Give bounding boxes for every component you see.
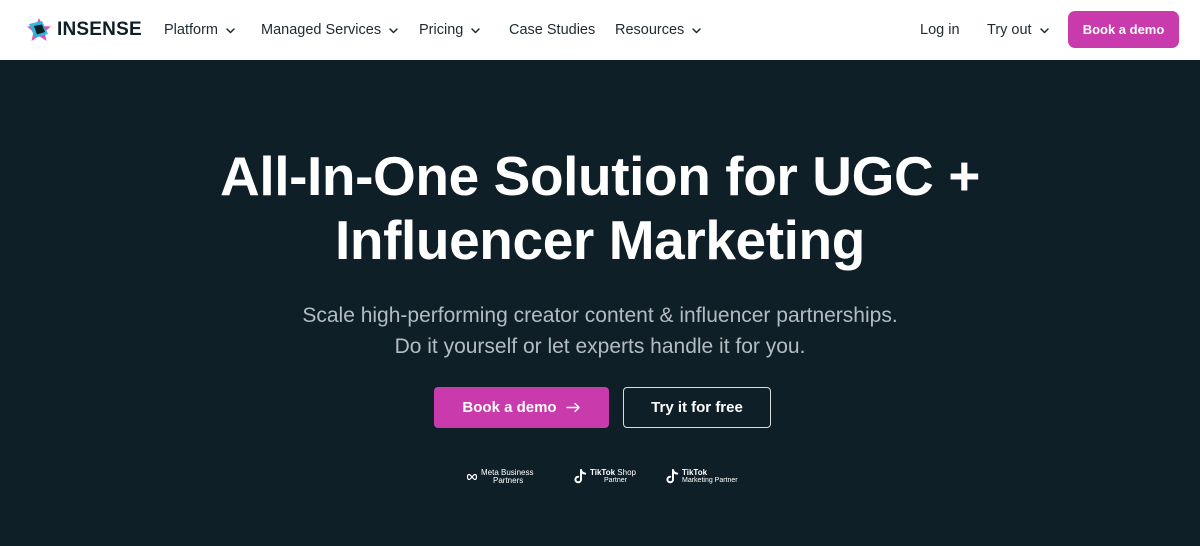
- tiktok-marketing-brand: TikTok: [682, 467, 708, 477]
- hero-title-line-1: All-In-One Solution for UGC +: [220, 145, 980, 207]
- tiktok-shop-brand: TikTok: [590, 467, 616, 477]
- chevron-down-icon: [226, 27, 235, 33]
- tiktok-marketing-partner-badge: TikTok Marketing Partner: [665, 464, 738, 490]
- hero-book-demo-label: Book a demo: [462, 399, 557, 416]
- insense-logo[interactable]: INSENSE: [26, 16, 142, 44]
- logo-wordmark: INSENSE: [57, 19, 142, 40]
- tiktok-shop-partner-badge: TikTok Shop Partner: [573, 464, 636, 490]
- hero-title: All-In-One Solution for UGC + Influencer…: [100, 144, 1100, 272]
- chevron-down-icon: [471, 27, 481, 33]
- hero-section: All-In-One Solution for UGC + Influencer…: [0, 60, 1200, 546]
- nav-case-studies-label: Case Studies: [509, 22, 596, 38]
- meta-badge-line-2: Partners: [493, 476, 524, 485]
- nav-managed-services[interactable]: Managed Services: [261, 19, 399, 41]
- top-navbar: INSENSE Platform Managed Services Pricin…: [0, 0, 1200, 60]
- chevron-down-icon: [389, 27, 398, 33]
- login-link[interactable]: Log in: [920, 19, 960, 41]
- nav-case-studies[interactable]: Case Studies: [509, 19, 595, 41]
- chevron-down-icon: [692, 27, 702, 33]
- hero-subtitle-line-1: Scale high-performing creator content & …: [302, 304, 898, 327]
- tiktok-marketing-partner-label: Marketing Partner: [682, 477, 738, 484]
- meta-business-partners-badge: Meta Business Partners: [466, 464, 533, 490]
- try-out-label: Try out: [987, 22, 1032, 38]
- insense-logo-icon: [27, 18, 51, 41]
- hero-try-free-button[interactable]: Try it for free: [623, 387, 771, 428]
- hero-subtitle: Scale high-performing creator content & …: [150, 300, 1050, 362]
- nav-platform[interactable]: Platform: [164, 19, 236, 41]
- arrow-right-icon: [565, 402, 580, 413]
- tiktok-icon: [666, 469, 679, 484]
- tiktok-icon: [574, 469, 587, 484]
- tiktok-shop-partner-label: Partner: [604, 477, 627, 484]
- nav-resources[interactable]: Resources: [615, 19, 702, 41]
- nav-resources-label: Resources: [615, 22, 685, 38]
- nav-managed-services-label: Managed Services: [261, 22, 382, 38]
- nav-pricing[interactable]: Pricing: [419, 19, 481, 41]
- hero-title-line-2: Influencer Marketing: [335, 209, 865, 271]
- hero-book-demo-button[interactable]: Book a demo: [434, 387, 609, 428]
- meta-infinity-icon: [466, 473, 478, 481]
- nav-pricing-label: Pricing: [419, 22, 464, 38]
- hero-subtitle-line-2: Do it yourself or let experts handle it …: [394, 335, 806, 358]
- nav-book-demo-button[interactable]: Book a demo: [1068, 11, 1179, 48]
- nav-platform-label: Platform: [164, 22, 218, 38]
- chevron-down-icon: [1039, 27, 1049, 33]
- login-label: Log in: [920, 22, 960, 38]
- try-out-menu[interactable]: Try out: [987, 19, 1050, 41]
- tiktok-shop-word: Shop: [617, 467, 636, 477]
